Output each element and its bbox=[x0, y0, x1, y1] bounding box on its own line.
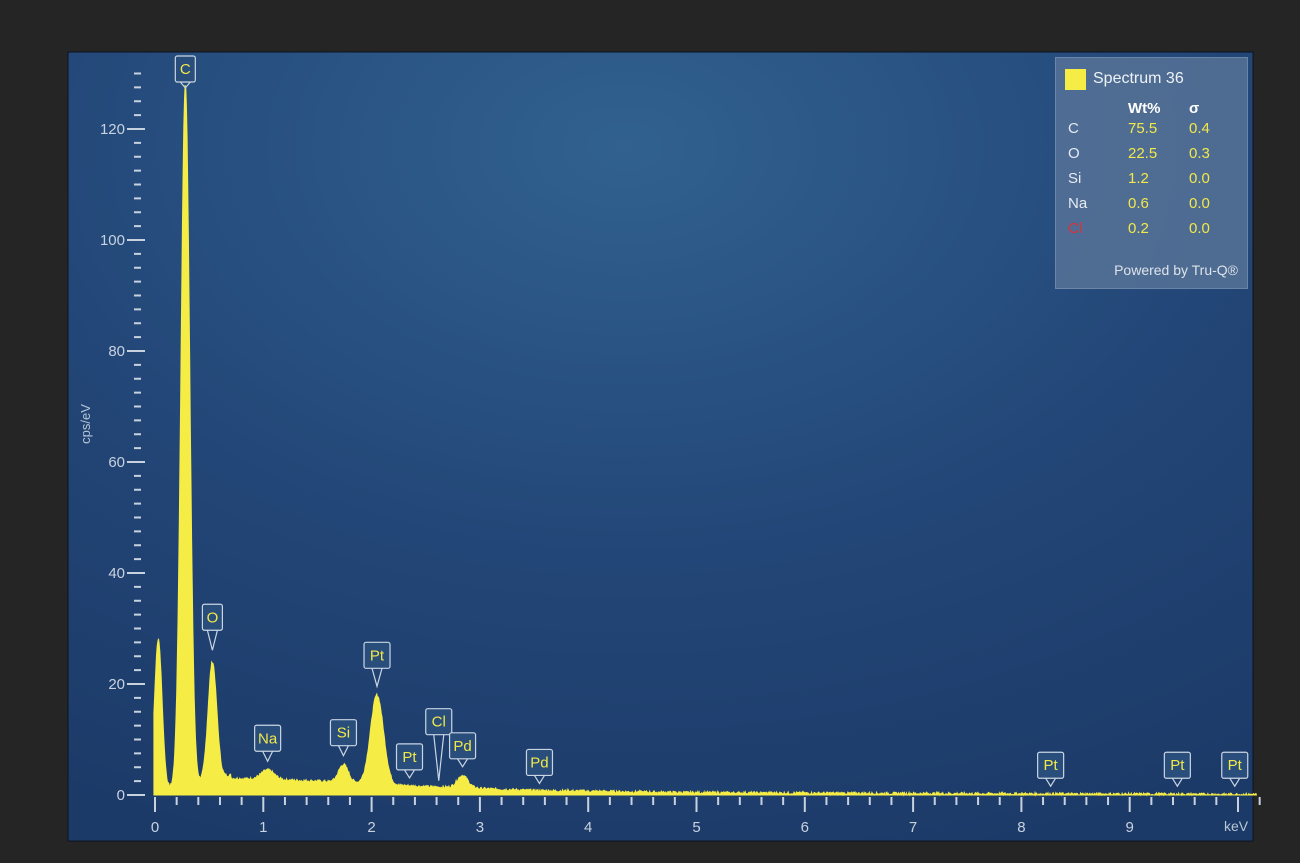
sigma-header: σ bbox=[1189, 100, 1200, 117]
x-tick-label: 3 bbox=[476, 819, 484, 836]
x-tick-label: 8 bbox=[1017, 819, 1025, 836]
y-tick-label: 80 bbox=[108, 343, 125, 360]
y-tick-label: 60 bbox=[108, 454, 125, 471]
peak-label-text: O bbox=[207, 609, 219, 626]
legend-row-sodium: Na 0.6 0.0 bbox=[1056, 195, 1249, 217]
quantification-legend: Spectrum 36 Wt% σ C 75.5 0.4 O 22.5 0.3 … bbox=[1055, 57, 1248, 289]
wt-percent-value: 22.5 bbox=[1128, 145, 1158, 162]
y-tick-label: 100 bbox=[100, 232, 125, 249]
x-axis-unit-label: keV bbox=[1224, 818, 1249, 834]
element-symbol: O bbox=[1068, 145, 1080, 162]
peak-label-text: Pd bbox=[453, 738, 471, 755]
x-tick-label: 0 bbox=[151, 819, 159, 836]
wt-percent-value: 0.2 bbox=[1128, 220, 1149, 237]
element-symbol: Si bbox=[1068, 170, 1082, 187]
x-tick-label: 5 bbox=[692, 819, 700, 836]
peak-label-text: Na bbox=[258, 730, 278, 747]
wt-percent-value: 0.6 bbox=[1128, 195, 1149, 212]
peak-label-text: Pt bbox=[1170, 757, 1185, 774]
y-tick-label: 120 bbox=[100, 121, 125, 138]
powered-by-label: Powered by Tru-Q® bbox=[1114, 262, 1238, 278]
x-tick-label: 1 bbox=[259, 819, 267, 836]
legend-row-oxygen: O 22.5 0.3 bbox=[1056, 145, 1249, 167]
y-tick-label: 40 bbox=[108, 565, 125, 582]
sigma-value: 0.0 bbox=[1189, 170, 1210, 187]
peak-label-text: Pt bbox=[1044, 757, 1059, 774]
x-tick-label: 4 bbox=[584, 819, 592, 836]
legend-row-chlorine: Cl 0.2 0.0 bbox=[1056, 220, 1249, 242]
peak-label-text: Si bbox=[337, 725, 350, 742]
wt-percent-value: 75.5 bbox=[1128, 120, 1158, 137]
legend-title: Spectrum 36 bbox=[1093, 70, 1184, 87]
series-color-swatch bbox=[1065, 69, 1086, 90]
peak-label-text: Pt bbox=[1228, 757, 1243, 774]
peak-label-text: Pd bbox=[530, 754, 548, 771]
legend-row-silicon: Si 1.2 0.0 bbox=[1056, 170, 1249, 192]
peak-label-text: Cl bbox=[432, 714, 446, 731]
x-tick-label: 9 bbox=[1126, 819, 1134, 836]
x-tick-label: 6 bbox=[801, 819, 809, 836]
legend-row-carbon: C 75.5 0.4 bbox=[1056, 120, 1249, 142]
x-tick-label: 7 bbox=[909, 819, 917, 836]
y-tick-label: 0 bbox=[117, 787, 125, 804]
peak-label-text: C bbox=[180, 61, 191, 78]
wt-percent-header: Wt% bbox=[1128, 100, 1161, 117]
peak-label-text: Pt bbox=[370, 647, 385, 664]
spectrum-viewer: 0 20 40 60 80 100 120 0123456789 C O Na Si Pt Pt Cl P… bbox=[0, 0, 1300, 858]
sigma-value: 0.4 bbox=[1189, 120, 1210, 137]
wt-percent-value: 1.2 bbox=[1128, 170, 1149, 187]
sigma-value: 0.0 bbox=[1189, 220, 1210, 237]
element-symbol-warning: Cl bbox=[1068, 220, 1083, 237]
sigma-value: 0.3 bbox=[1189, 145, 1210, 162]
peak-label-text: Pt bbox=[402, 749, 417, 766]
y-tick-label: 20 bbox=[108, 676, 125, 693]
element-symbol: Na bbox=[1068, 195, 1088, 212]
x-tick-label: 2 bbox=[367, 819, 375, 836]
sigma-value: 0.0 bbox=[1189, 195, 1210, 212]
y-axis-label: cps/eV bbox=[78, 404, 93, 444]
element-symbol: C bbox=[1068, 120, 1079, 137]
